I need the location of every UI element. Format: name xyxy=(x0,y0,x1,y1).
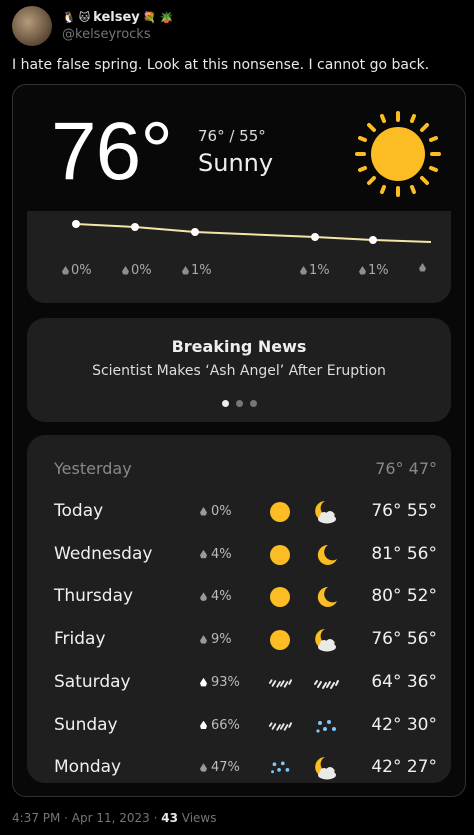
sun-icon xyxy=(267,499,293,525)
hourly-precip: 1% xyxy=(300,263,330,278)
raindrop-icon xyxy=(200,592,207,601)
rain-icon xyxy=(267,713,293,739)
forecast-row-sunday[interactable]: Sunday 66% 42° 30° xyxy=(27,711,451,741)
sun-icon xyxy=(267,627,293,653)
rain-icon xyxy=(312,670,340,696)
tweet-text: I hate false spring. Look at this nonsen… xyxy=(12,57,430,73)
tweet-meta: 4:37 PM · Apr 11, 2023 · 43 Views xyxy=(12,811,217,825)
sun-icon xyxy=(267,584,293,610)
display-name-row[interactable]: 🐧 🐱 kelsey 💐 🪴 xyxy=(62,10,173,25)
forecast-day: Saturday xyxy=(54,671,131,692)
forecast-temps: 64° 36° xyxy=(371,671,437,692)
raindrop-icon xyxy=(122,266,129,275)
raindrop-icon xyxy=(200,507,207,516)
carousel-dots xyxy=(27,400,451,407)
forecast-day: Today xyxy=(54,501,104,521)
display-name[interactable]: kelsey xyxy=(93,10,140,25)
weather-condition: Sunny xyxy=(198,149,274,177)
moon-icon xyxy=(312,542,340,568)
forecast-day: Monday xyxy=(54,757,122,778)
raindrop-icon xyxy=(200,763,207,772)
forecast-day: Wednesday xyxy=(54,543,153,564)
forecast-temps: 81° 56° xyxy=(371,543,437,564)
forecast-row-saturday[interactable]: Saturday 93% 64° 36° xyxy=(27,668,451,698)
hourly-point xyxy=(369,236,377,244)
forecast-day: Friday xyxy=(54,629,106,650)
hourly-precip xyxy=(419,263,428,272)
forecast-temps: 80° 52° xyxy=(371,586,437,607)
news-title: Breaking News xyxy=(171,337,307,356)
raindrop-icon xyxy=(300,266,307,275)
raindrop-icon xyxy=(200,720,207,730)
raindrop-icon xyxy=(200,677,207,687)
plant-emoji-icon: 🪴 xyxy=(159,11,174,24)
cat-emoji-icon: 🐱 xyxy=(78,11,91,24)
partly-cloudy-night-icon xyxy=(312,499,340,525)
raindrop-icon xyxy=(200,635,207,644)
avatar[interactable] xyxy=(12,6,52,46)
forecast-temps: 76° 55° xyxy=(371,501,437,521)
carousel-dot[interactable] xyxy=(249,400,257,407)
forecast-precip: 47% xyxy=(200,760,240,775)
carousel-dot-active[interactable] xyxy=(221,400,229,407)
hourly-precip: 1% xyxy=(359,263,389,278)
forecast-precip: 0% xyxy=(200,504,232,519)
forecast-row-monday[interactable]: Monday 47% 42° 27° xyxy=(27,753,451,783)
forecast-row-wednesday[interactable]: Wednesday 4% 81° 56° xyxy=(27,540,451,570)
sun-icon xyxy=(267,542,293,568)
weather-screenshot-image[interactable]: 76° 76° / 55° Sunny 0% 0% 1% 1% 1% Break… xyxy=(12,84,466,797)
forecast-precip: 9% xyxy=(200,632,232,647)
news-card[interactable]: Breaking News Scientist Makes ‘Ash Angel… xyxy=(27,318,451,422)
tweet-timestamp[interactable]: 4:37 PM · Apr 11, 2023 · xyxy=(12,811,161,825)
news-headline[interactable]: Scientist Makes ‘Ash Angel’ After Erupti… xyxy=(27,363,451,379)
forecast-precip: 93% xyxy=(200,675,240,690)
author-block: 🐧 🐱 kelsey 💐 🪴 @kelseyrocks xyxy=(62,10,173,42)
forecast-precip: 66% xyxy=(200,718,240,733)
sun-icon xyxy=(355,111,441,197)
hourly-precip: 0% xyxy=(62,263,92,278)
high-low-temperature: 76° / 55° xyxy=(198,127,266,145)
forecast-row-today[interactable]: Today 0% 76° 55° xyxy=(27,497,451,527)
forecast-day: Thursday xyxy=(54,586,134,607)
hourly-point xyxy=(191,228,199,236)
current-temperature: 76° xyxy=(51,106,173,197)
hourly-precip: 1% xyxy=(182,263,212,278)
snow-icon xyxy=(267,755,293,781)
flower-emoji-icon: 💐 xyxy=(142,11,157,24)
forecast-temps: 42° 27° xyxy=(371,757,437,778)
hourly-precip: 0% xyxy=(122,263,152,278)
forecast-precip: 4% xyxy=(200,547,232,562)
hourly-point xyxy=(131,223,139,231)
raindrop-icon xyxy=(359,266,366,275)
yesterday-label: Yesterday xyxy=(54,459,132,478)
views-label: Views xyxy=(177,811,217,825)
forecast-row-thursday[interactable]: Thursday 4% 80° 52° xyxy=(27,582,451,612)
carousel-dot[interactable] xyxy=(235,400,243,407)
forecast-precip: 4% xyxy=(200,589,232,604)
yesterday-temps: 76° 47° xyxy=(375,459,437,478)
forecast-day: Sunday xyxy=(54,714,118,735)
rain-icon xyxy=(267,670,293,696)
user-handle[interactable]: @kelseyrocks xyxy=(62,27,173,42)
hourly-forecast-card[interactable]: 0% 0% 1% 1% 1% xyxy=(27,211,451,303)
partly-cloudy-night-icon xyxy=(312,627,340,653)
raindrop-icon xyxy=(182,266,189,275)
raindrop-icon xyxy=(200,549,207,559)
raindrop-icon xyxy=(62,266,69,275)
penguin-emoji-icon: 🐧 xyxy=(62,11,76,24)
forecast-row-friday[interactable]: Friday 9% 76° 56° xyxy=(27,625,451,655)
daily-forecast-card[interactable]: Yesterday 76° 47° Today 0% 76° 55° Wednesda… xyxy=(27,435,451,783)
tweet-header: 🐧 🐱 kelsey 💐 🪴 @kelseyrocks xyxy=(12,6,452,46)
moon-icon xyxy=(312,584,340,610)
forecast-temps: 42° 30° xyxy=(371,714,437,735)
partly-cloudy-night-icon xyxy=(312,755,340,781)
views-count: 43 xyxy=(161,811,178,825)
snow-icon xyxy=(312,713,340,739)
hourly-temperature-graph xyxy=(72,220,432,244)
raindrop-icon xyxy=(419,263,426,272)
hourly-point xyxy=(72,220,80,228)
forecast-temps: 76° 56° xyxy=(371,629,437,650)
hourly-point xyxy=(311,233,319,241)
